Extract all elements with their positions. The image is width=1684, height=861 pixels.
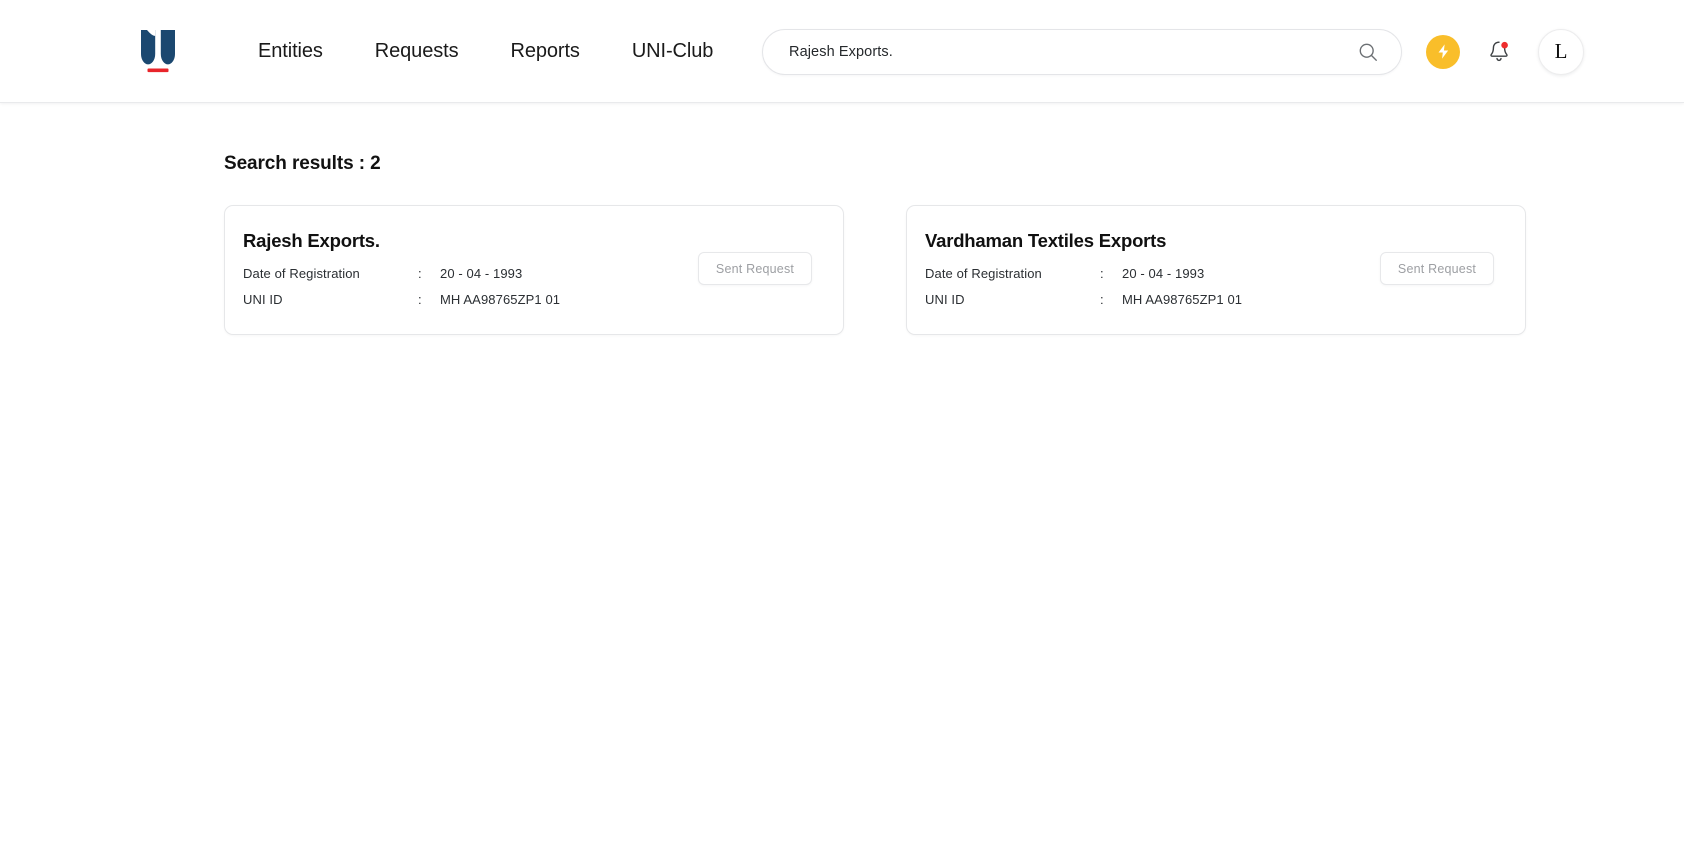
field-uni-id: UNI ID : MH AA98765ZP1 01 <box>243 292 843 307</box>
app-header: Entities Requests Reports UNI-Club Rajes… <box>0 0 1684 103</box>
lightning-bolt-icon <box>1438 44 1448 59</box>
user-avatar[interactable]: L <box>1538 28 1584 75</box>
header-actions: L <box>762 0 1684 103</box>
field-value: MH AA98765ZP1 01 <box>1122 292 1243 307</box>
field-separator: : <box>1100 266 1104 281</box>
brand-logo[interactable] <box>128 22 188 80</box>
avatar-initial: L <box>1554 39 1568 63</box>
field-label: Date of Registration <box>243 266 360 281</box>
main-navigation: Entities Requests Reports UNI-Club <box>258 40 713 63</box>
notification-bell-icon <box>1490 41 1508 62</box>
search-input[interactable] <box>789 43 1357 60</box>
uni-shield-logo-icon <box>141 30 175 73</box>
field-label: UNI ID <box>243 292 283 307</box>
field-separator: : <box>1100 292 1104 307</box>
field-separator: : <box>418 292 422 307</box>
sent-request-button[interactable]: Sent Request <box>1380 252 1494 285</box>
nav-item-requests[interactable]: Requests <box>375 40 459 63</box>
field-separator: : <box>418 266 422 281</box>
main-content: Search results : 2 Rajesh Exports. Date … <box>0 153 1684 335</box>
sent-request-button[interactable]: Sent Request <box>698 252 812 285</box>
search-icon[interactable] <box>1357 41 1379 63</box>
field-label: Date of Registration <box>925 266 1042 281</box>
field-label: UNI ID <box>925 292 965 307</box>
notification-badge-icon <box>1501 41 1508 49</box>
quick-action-bolt-button[interactable] <box>1426 34 1460 69</box>
search-bar[interactable] <box>762 28 1402 75</box>
notifications-button[interactable] <box>1482 35 1516 69</box>
field-uni-id: UNI ID : MH AA98765ZP1 01 <box>925 292 1525 307</box>
entity-name: Vardhaman Textiles Exports <box>925 230 1167 251</box>
nav-item-uni-club[interactable]: UNI-Club <box>632 40 714 63</box>
nav-item-entities[interactable]: Entities <box>258 40 323 63</box>
entity-name: Rajesh Exports. <box>243 230 380 251</box>
entity-result-card[interactable]: Rajesh Exports. Date of Registration : 2… <box>224 205 844 335</box>
nav-item-reports[interactable]: Reports <box>511 40 580 63</box>
entity-result-card[interactable]: Vardhaman Textiles Exports Date of Regis… <box>906 205 1526 335</box>
search-results-list: Rajesh Exports. Date of Registration : 2… <box>224 205 1684 335</box>
field-value: MH AA98765ZP1 01 <box>440 292 561 307</box>
search-results-heading: Search results : 2 <box>224 153 381 174</box>
